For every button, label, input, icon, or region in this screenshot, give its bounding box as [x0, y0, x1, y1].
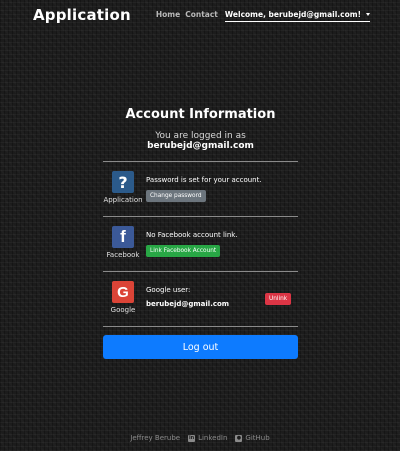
provider-info: Google user: berubejd@gmail.com: [146, 286, 229, 308]
facebook-icon: f: [112, 226, 134, 248]
logged-in-email: berubejd@gmail.com: [147, 141, 254, 151]
provider-message: Google user:: [146, 286, 191, 294]
provider-row-application: ? Application Password is set for your a…: [103, 162, 298, 216]
provider-name: Application: [103, 196, 143, 204]
logged-in-text: You are logged in as berubejd@gmail.com: [103, 131, 298, 151]
user-menu-label: Welcome, berubejd@gmail.com!: [224, 10, 361, 19]
provider-name: Facebook: [106, 251, 140, 259]
footer-linkedin-link[interactable]: in LinkedIn: [188, 434, 227, 442]
provider-application: ? Application: [103, 171, 143, 204]
provider-message: Password is set for your account.: [146, 176, 262, 184]
linkedin-icon: in: [188, 434, 196, 442]
navbar: Application Home Contact Welcome, berube…: [0, 0, 400, 30]
logged-in-prefix: You are logged in as: [155, 131, 246, 141]
provider-google: G Google: [103, 281, 143, 314]
user-menu-dropdown[interactable]: Welcome, berubejd@gmail.com!: [224, 10, 370, 22]
brand-title[interactable]: Application: [33, 6, 131, 24]
change-password-button[interactable]: Change password: [146, 190, 206, 202]
question-mark-icon: ?: [112, 171, 134, 193]
divider: [103, 326, 298, 327]
provider-name: Google: [110, 306, 136, 314]
provider-info: No Facebook account link. Link Facebook …: [146, 231, 238, 257]
nav-links: Home Contact Welcome, berubejd@gmail.com…: [151, 10, 370, 22]
google-icon: G: [112, 281, 134, 303]
footer-github-link[interactable]: ● GitHub: [235, 434, 270, 442]
github-icon: ●: [235, 434, 243, 442]
provider-message: No Facebook account link.: [146, 231, 238, 239]
nav-link-home[interactable]: Home: [156, 10, 180, 19]
logout-button[interactable]: Log out: [103, 335, 298, 359]
unlink-google-button[interactable]: Unlink: [265, 293, 292, 305]
caret-down-icon: [366, 13, 370, 16]
footer-author: Jeffrey Berube: [130, 434, 181, 442]
provider-info: Password is set for your account. Change…: [146, 176, 262, 202]
footer-github-label: GitHub: [245, 434, 270, 442]
provider-row-facebook: f Facebook No Facebook account link. Lin…: [103, 217, 298, 271]
google-user-email: berubejd@gmail.com: [146, 300, 230, 308]
nav-link-contact[interactable]: Contact: [185, 10, 218, 19]
provider-facebook: f Facebook: [103, 226, 143, 259]
page-title: Account Information: [125, 107, 276, 122]
footer: Jeffrey Berube in LinkedIn ● GitHub: [0, 434, 400, 442]
account-card: Account Information You are logged in as…: [103, 100, 298, 359]
link-facebook-button[interactable]: Link Facebook Account: [146, 245, 221, 257]
provider-row-google: G Google Google user: berubejd@gmail.com…: [103, 272, 298, 326]
footer-linkedin-label: LinkedIn: [198, 434, 228, 442]
